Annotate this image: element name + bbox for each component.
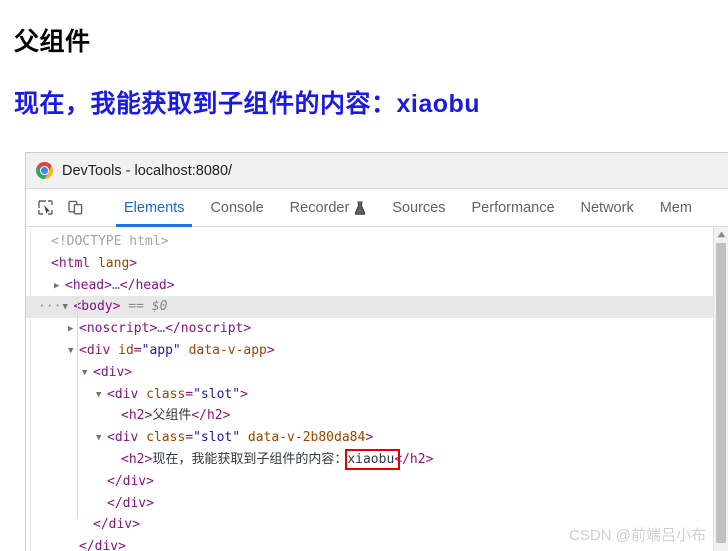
dom-token-tag: <div [79, 342, 111, 358]
watermark: CSDN @前端吕小布 [569, 527, 706, 544]
collapse-triangle-icon[interactable] [96, 385, 107, 407]
dom-token-tag: </div> [107, 495, 154, 511]
dom-token-txt [110, 343, 118, 358]
dom-token-tag: <noscript> [79, 321, 158, 337]
child-component-heading: 现在，我能获取到子组件的内容：xiaobu [14, 90, 481, 118]
dom-token-attr: lang [97, 255, 130, 271]
dom-tree-row[interactable]: <div> [26, 362, 728, 384]
dom-token-tag: = [185, 430, 194, 446]
devtools-title-text: DevTools - localhost:8080/ [62, 162, 233, 179]
dom-tree-row[interactable]: <div class="slot" data-v-2b80da84> [26, 427, 728, 449]
tab-label: Elements [124, 199, 185, 216]
tab-label: Mem [659, 199, 692, 216]
tab-label: Console [210, 199, 264, 216]
dom-token-txt: 父组件 [152, 408, 192, 424]
scrollbar-up-arrow-icon[interactable] [714, 227, 728, 241]
collapse-triangle-icon[interactable] [96, 428, 107, 450]
tab-label: Performance [471, 199, 555, 216]
inspect-element-icon[interactable] [34, 197, 56, 219]
devtools-tab-list: Elements Console Recorder Sources Performanc… [111, 189, 728, 227]
dom-token-tag: = [133, 342, 142, 358]
expand-triangle-icon[interactable] [54, 276, 65, 298]
dom-token-tag: </noscript> [165, 321, 252, 337]
tab-label: Sources [392, 199, 446, 216]
tab-network[interactable]: Network [568, 189, 647, 226]
devtools-titlebar: DevTools - localhost:8080/ [26, 153, 728, 189]
dom-token-tag: > [240, 386, 248, 402]
more-options-icon[interactable]: ··· [38, 299, 61, 314]
dom-tree-row[interactable]: <h2>现在，我能获取到子组件的内容：xiaobu</h2> [26, 449, 728, 471]
dom-token-txt [90, 256, 98, 271]
dom-token-attr: id [118, 342, 134, 358]
dom-token-tag: <h2> [121, 408, 153, 424]
tab-label: Network [580, 199, 634, 216]
dom-token-tag: <head> [65, 277, 112, 293]
tab-sources[interactable]: Sources [379, 189, 458, 226]
device-toolbar-icon[interactable] [64, 197, 86, 219]
dom-token-doct: <!DOCTYPE html> [51, 234, 169, 249]
dom-token-tag: </h2> [394, 451, 434, 467]
dom-token-tag: <h2> [121, 451, 153, 467]
dom-token-val: "slot" [193, 386, 241, 402]
chrome-logo-icon [36, 162, 53, 179]
dom-tree-row[interactable]: </div> [26, 493, 728, 515]
elements-panel: <!DOCTYPE html><html lang><head>…</head>… [26, 227, 728, 551]
dom-token-tag: <html [51, 255, 91, 271]
dom-tree-row[interactable]: <div class="slot"> [26, 384, 728, 406]
dom-token-dollr: == $0 [128, 299, 168, 315]
flask-experiment-icon [354, 200, 366, 215]
dom-token-val: "slot" [193, 430, 241, 446]
dom-token-tag: > [129, 255, 138, 271]
devtools-tool-buttons [26, 189, 111, 226]
dom-tree-row[interactable]: </div> [26, 471, 728, 493]
tab-label: Recorder [289, 199, 350, 216]
dom-token-txt [138, 387, 146, 402]
dom-token-txt [181, 343, 189, 358]
dom-tree-row[interactable]: <!DOCTYPE html> [26, 231, 728, 253]
page-preview-area: 父组件 现在，我能获取到子组件的内容：xiaobu [0, 0, 728, 152]
dom-token-txt [138, 430, 146, 445]
dom-token-tag: <body> [73, 299, 121, 315]
parent-component-heading: 父组件 [14, 28, 91, 56]
dom-tree-row[interactable]: <div id="app" data-v-app> [26, 340, 728, 362]
dom-tree[interactable]: <!DOCTYPE html><html lang><head>…</head>… [26, 227, 728, 551]
tab-performance[interactable]: Performance [459, 189, 568, 226]
dom-token-tag: > [266, 342, 275, 358]
dom-token-attr: class [146, 430, 186, 446]
dom-token-attr: data-v-app [188, 342, 267, 358]
tab-console[interactable]: Console [197, 189, 276, 226]
dom-token-ellip: … [111, 277, 120, 293]
dom-token-tag: <div [107, 430, 139, 446]
dom-tree-row[interactable]: <noscript>…</noscript> [26, 318, 728, 340]
devtools-window: DevTools - localhost:8080/ Elements Conso… [25, 152, 728, 551]
dom-token-tag: <div> [93, 364, 133, 380]
devtools-tabbar: Elements Console Recorder Sources Performanc… [26, 189, 728, 227]
tab-mem[interactable]: Mem [647, 189, 705, 226]
dom-token-val: "app" [141, 342, 181, 358]
dom-tree-row[interactable]: ··· <body> == $0 [26, 296, 728, 319]
dom-tree-row[interactable]: <html lang> [26, 253, 728, 275]
tab-elements[interactable]: Elements [111, 189, 197, 227]
dom-token-attr: class [146, 386, 186, 402]
vertical-scrollbar[interactable] [713, 227, 728, 551]
dom-token-tag: </div> [107, 473, 154, 489]
dom-token-tag: </h2> [191, 408, 231, 424]
collapse-triangle-icon[interactable] [82, 363, 93, 385]
dom-token-tag: > [365, 430, 374, 446]
scrollbar-thumb[interactable] [716, 243, 726, 543]
dom-tree-row[interactable]: <h2>父组件</h2> [26, 405, 728, 427]
indentation-guide [77, 297, 78, 519]
dom-token-tag: </div> [93, 517, 140, 533]
tab-recorder[interactable]: Recorder [277, 189, 380, 226]
dom-token-txt: 现在，我能获取到子组件的内容：xiaobu [152, 451, 395, 467]
dom-token-tag: <div [107, 386, 139, 402]
dom-token-tag: </div> [79, 539, 126, 551]
dom-token-txt [240, 430, 248, 445]
dom-token-tag: </head> [119, 277, 175, 293]
dom-token-attr: data-v-2b80da84 [247, 430, 366, 446]
collapse-triangle-icon[interactable] [62, 297, 73, 319]
dom-tree-row[interactable]: <head>…</head> [26, 275, 728, 297]
dom-token-tag: = [185, 386, 194, 402]
dom-token-ellip: … [157, 321, 166, 337]
